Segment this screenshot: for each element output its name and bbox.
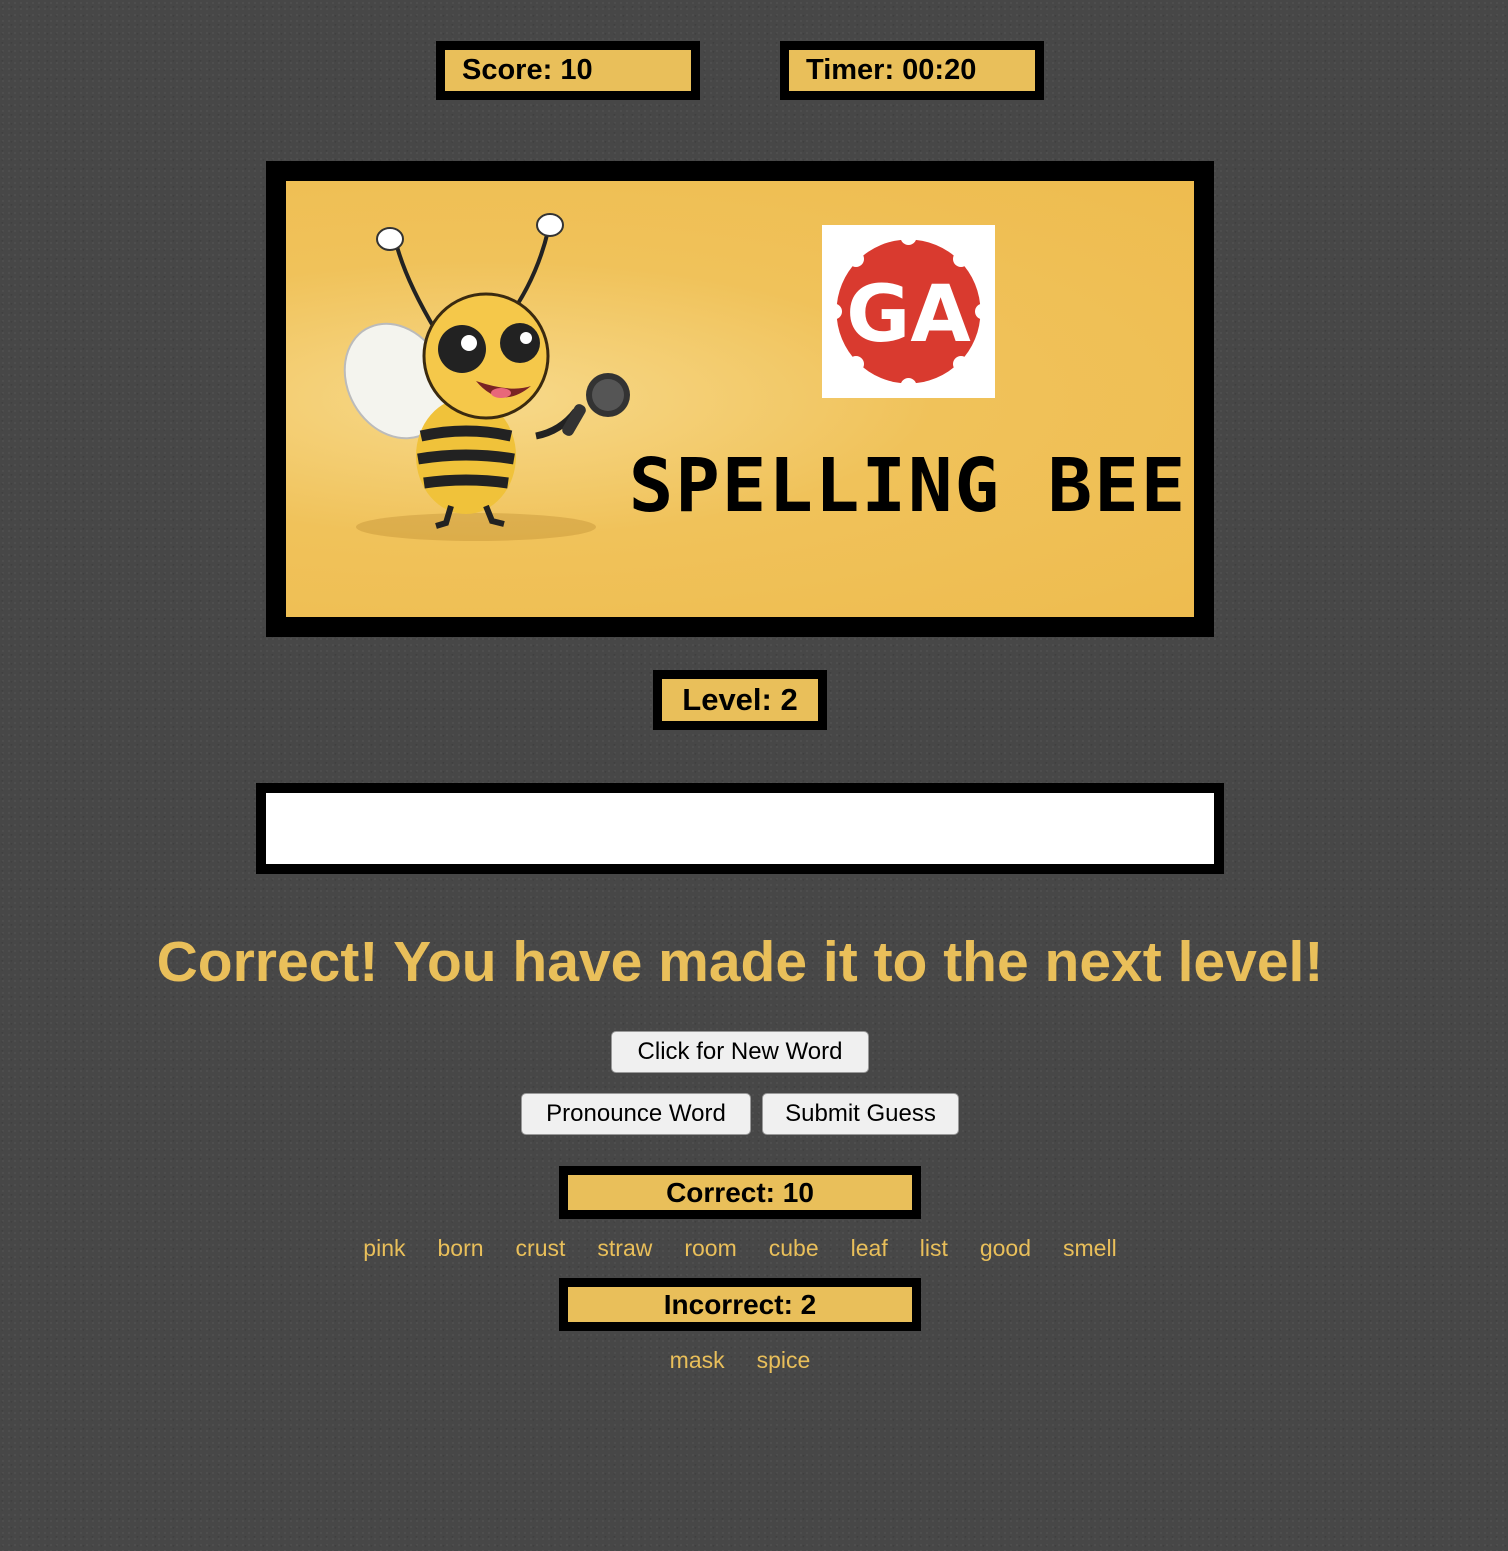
incorrect-heading-label: Incorrect: 2 (663, 1288, 817, 1320)
banner-art: GA SPELLING BEE (343, 213, 1188, 541)
guess-input[interactable] (256, 783, 1224, 874)
correct-word: straw (597, 1234, 653, 1261)
correct-word: cube (768, 1234, 819, 1261)
correct-heading-label: Correct: 10 (666, 1176, 814, 1208)
bee-mascot-icon (343, 213, 630, 529)
submit-guess-button[interactable]: Submit Guess (762, 1093, 959, 1135)
correct-word: smell (1063, 1234, 1117, 1261)
ga-logo-text: GA (846, 270, 970, 360)
new-word-button[interactable]: Click for New Word (611, 1031, 869, 1073)
result-message: Correct! You have made it to the next le… (156, 930, 1324, 994)
correct-word: good (979, 1234, 1032, 1261)
timer-display: Timer: 00:20 (780, 41, 1044, 100)
correct-word: born (437, 1234, 484, 1261)
incorrect-word: mask (669, 1346, 725, 1373)
timer-label: Timer: 00:20 (806, 54, 977, 86)
score-label: Score: 10 (462, 54, 593, 86)
level-label: Level: 2 (682, 682, 798, 717)
incorrect-heading: Incorrect: 2 (559, 1278, 921, 1331)
incorrect-word-list: mask spice (0, 1344, 1480, 1376)
incorrect-word: spice (756, 1346, 811, 1373)
score-display: Score: 10 (436, 41, 700, 100)
correct-word: crust (515, 1234, 566, 1261)
correct-word-list: pink born crust straw room cube leaf lis… (0, 1232, 1480, 1264)
correct-word: list (919, 1234, 948, 1261)
correct-heading: Correct: 10 (559, 1166, 921, 1219)
banner-title: SPELLING BEE (629, 443, 1188, 529)
pronounce-word-button[interactable]: Pronounce Word (521, 1093, 751, 1135)
correct-word: room (684, 1234, 737, 1261)
correct-word: leaf (850, 1234, 888, 1261)
correct-word: pink (363, 1234, 406, 1261)
spelling-bee-banner: GA SPELLING BEE (266, 161, 1214, 637)
ga-logo-icon: GA (822, 225, 995, 398)
level-display: Level: 2 (653, 670, 827, 730)
